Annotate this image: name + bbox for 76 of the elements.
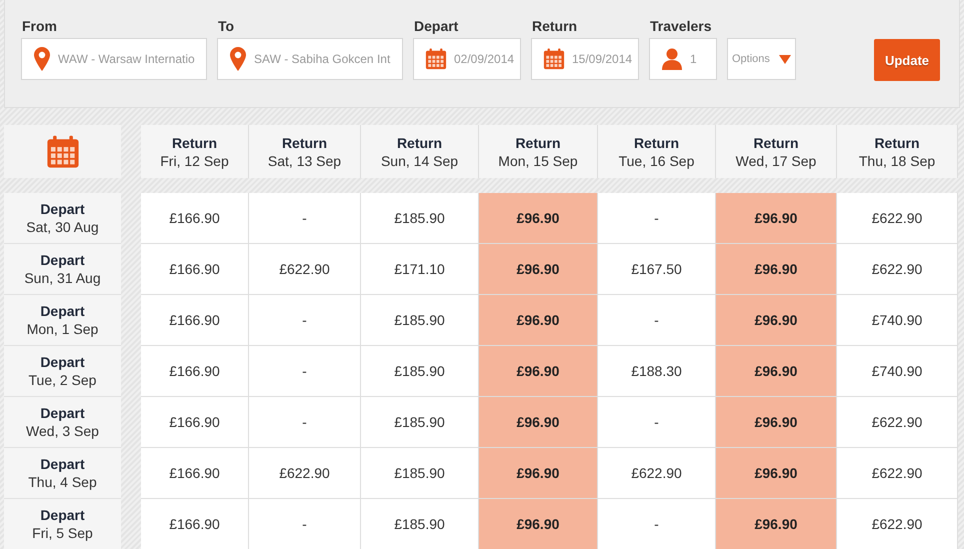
price-cell[interactable]: £96.90 [479,448,598,499]
price-cell[interactable]: - [249,193,361,244]
price-cell[interactable]: £167.50 [598,244,716,295]
row-header: Depart Tue, 2 Sep [4,346,121,397]
update-button[interactable]: Update [874,39,940,81]
price-cell[interactable]: £96.90 [479,346,598,397]
price-cell[interactable]: £96.90 [716,295,837,346]
price-cell[interactable]: £188.30 [598,346,716,397]
price-cell[interactable]: £185.90 [361,397,479,448]
price-cell[interactable]: £96.90 [479,499,598,549]
price-cell[interactable]: £740.90 [837,295,958,346]
row-header: Depart Thu, 4 Sep [4,448,121,499]
person-icon [662,48,682,70]
price-cell[interactable]: - [598,499,716,549]
price-cell[interactable]: £185.90 [361,448,479,499]
price-cell[interactable]: - [598,397,716,448]
price-cell[interactable]: £96.90 [479,295,598,346]
row-header: Depart Sun, 31 Aug [4,244,121,295]
price-cell[interactable]: £166.90 [141,295,249,346]
price-cell[interactable]: £622.90 [249,244,361,295]
column-header: Return Wed, 17 Sep [716,125,837,178]
location-pin-icon [230,47,246,71]
price-cell[interactable]: £166.90 [141,346,249,397]
location-pin-icon [34,47,50,71]
row-header: Depart Fri, 5 Sep [4,499,121,549]
price-cell[interactable]: £96.90 [716,397,837,448]
row-header: Depart Sat, 30 Aug [4,193,121,244]
price-cell[interactable]: £96.90 [716,244,837,295]
price-cell[interactable]: - [598,295,716,346]
price-cell[interactable]: £185.90 [361,346,479,397]
row-header: Depart Wed, 3 Sep [4,397,121,448]
field-label: Travelers [649,18,712,35]
row-header: Depart Mon, 1 Sep [4,295,121,346]
column-header: Return Tue, 16 Sep [598,125,716,178]
calendar-icon [542,48,566,70]
column-header: Return Mon, 15 Sep [479,125,598,178]
field-label: Return [531,18,578,35]
calendar-icon [424,48,448,70]
price-cell[interactable]: - [249,499,361,549]
price-cell[interactable]: £166.90 [141,448,249,499]
field-label: To [217,18,236,35]
column-header: Return Fri, 12 Sep [141,125,249,178]
column-header: Return Thu, 18 Sep [837,125,958,178]
column-header: Return Sun, 14 Sep [361,125,479,178]
price-cell[interactable]: £166.90 [141,244,249,295]
price-cell[interactable]: £622.90 [837,448,958,499]
price-cell[interactable]: - [249,346,361,397]
price-cell[interactable]: £166.90 [141,499,249,549]
price-cell[interactable]: - [249,397,361,448]
price-cell[interactable]: £622.90 [837,397,958,448]
price-cell[interactable]: - [249,295,361,346]
price-cell[interactable]: £185.90 [361,295,479,346]
price-cell[interactable]: £622.90 [837,193,958,244]
price-cell[interactable]: £622.90 [598,448,716,499]
field-label: Depart [413,18,460,35]
price-cell[interactable]: £96.90 [716,499,837,549]
price-cell[interactable]: £96.90 [716,193,837,244]
price-cell[interactable]: £171.10 [361,244,479,295]
column-header: Return Sat, 13 Sep [249,125,361,178]
price-cell[interactable]: £622.90 [249,448,361,499]
price-cell[interactable]: £166.90 [141,193,249,244]
price-cell[interactable]: £622.90 [837,499,958,549]
price-cell[interactable]: £622.90 [837,244,958,295]
price-cell[interactable]: £96.90 [479,397,598,448]
price-cell[interactable]: £96.90 [716,346,837,397]
caret-icon [779,54,791,64]
price-cell[interactable]: £96.90 [716,448,837,499]
price-cell[interactable]: £96.90 [479,244,598,295]
price-cell[interactable]: - [598,193,716,244]
price-cell[interactable]: £185.90 [361,499,479,549]
price-cell[interactable]: £185.90 [361,193,479,244]
price-cell[interactable]: £166.90 [141,397,249,448]
calendar-icon [46,134,80,168]
field-label: From [21,18,58,35]
price-cell[interactable]: £96.90 [479,193,598,244]
price-cell[interactable]: £740.90 [837,346,958,397]
